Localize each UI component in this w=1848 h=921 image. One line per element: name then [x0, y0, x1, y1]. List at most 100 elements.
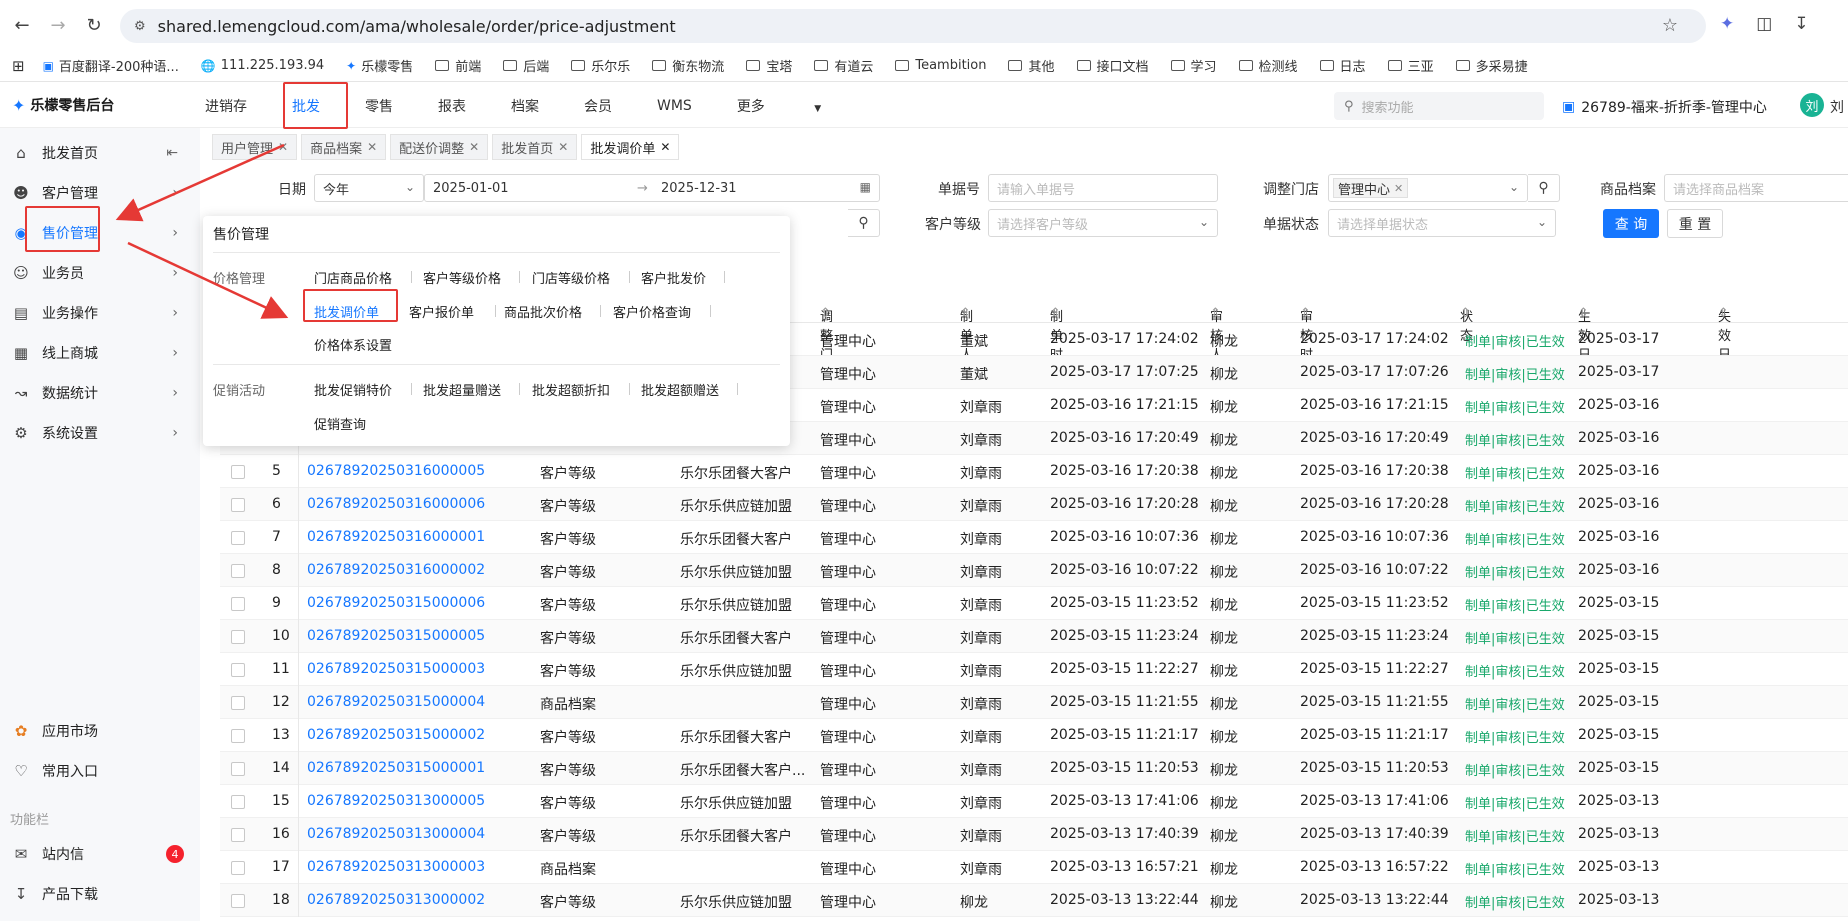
bookmark-folder[interactable]: 检测线	[1238, 56, 1298, 75]
order-id-link[interactable]: 02678920250313000004	[307, 826, 485, 842]
close-icon[interactable]: ✕	[278, 140, 288, 154]
order-no-input[interactable]: 请输入单据号	[988, 174, 1218, 202]
row-checkbox[interactable]	[231, 465, 245, 479]
nav-archive[interactable]: 档案	[511, 96, 539, 116]
avatar[interactable]: 刘	[1800, 93, 1824, 117]
table-row[interactable]: 14 02678920250315000001 客户等级 乐尔乐团餐大客户... 管理中…	[220, 752, 1848, 785]
row-checkbox[interactable]	[231, 894, 245, 908]
table-row[interactable]: 13 02678920250315000002 客户等级 乐尔乐团餐大客户 管理中心 刘章…	[220, 719, 1848, 752]
menu-overamount-discount[interactable]: 批发超额折扣	[532, 380, 610, 399]
store-search-button[interactable]: ⚲	[1528, 174, 1560, 202]
menu-store-product-price[interactable]: 门店商品价格	[314, 268, 392, 287]
status-select[interactable]: 请选择单据状态 ⌄	[1328, 209, 1556, 237]
order-id-link[interactable]: 02678920250315000005	[307, 628, 485, 644]
reload-icon[interactable]: ↻	[80, 11, 108, 39]
table-row[interactable]: 17 02678920250313000003 商品档案 管理中心 刘章雨 2025-03…	[220, 851, 1848, 884]
menu-batch-price[interactable]: 商品批次价格	[504, 302, 582, 321]
address-bar[interactable]: ⚙ shared.lemengcloud.com/ama/wholesale/o…	[120, 9, 1706, 43]
store-selector[interactable]: ▣ 26789-福来-折折季-管理中心	[1562, 97, 1767, 117]
table-row[interactable]: 9 02678920250315000006 客户等级 乐尔乐供应链加盟 管理中心 刘章雨…	[220, 587, 1848, 620]
back-icon[interactable]: ←	[8, 11, 36, 39]
bookmark-item[interactable]: 🌐 111.225.193.94	[201, 58, 324, 73]
tab-price-adjustment[interactable]: 批发调价单 ✕	[581, 134, 680, 160]
table-row[interactable]: 12 02678920250315000004 商品档案 管理中心 刘章雨 2025-03…	[220, 686, 1848, 719]
sidebar-item-statistics[interactable]: ↝ 数据统计 ›	[12, 378, 192, 408]
row-checkbox[interactable]	[231, 597, 245, 611]
sidebar-item-online-mall[interactable]: ▦ 线上商城 ›	[12, 338, 192, 368]
order-id-link[interactable]: 02678920250315000006	[307, 595, 485, 611]
bookmark-folder[interactable]: 后端	[503, 56, 549, 75]
bookmark-folder[interactable]: 衡东物流	[652, 56, 724, 75]
tab-delivery-price[interactable]: 配送价调整 ✕	[390, 134, 489, 160]
close-icon[interactable]: ✕	[469, 140, 479, 154]
row-checkbox[interactable]	[231, 663, 245, 677]
menu-price-system-settings[interactable]: 价格体系设置	[314, 335, 392, 354]
collapse-icon[interactable]: ⇤	[166, 145, 178, 161]
tab-product-archive[interactable]: 商品档案 ✕	[301, 134, 387, 160]
bookmark-folder[interactable]: 三亚	[1387, 56, 1434, 75]
app-logo[interactable]: ✦ 乐檬零售后台	[12, 95, 114, 115]
row-checkbox[interactable]	[231, 762, 245, 776]
menu-store-level-price[interactable]: 门店等级价格	[532, 268, 610, 287]
menu-promo-query[interactable]: 促销查询	[314, 414, 366, 433]
site-info-icon[interactable]: ⚙	[134, 19, 146, 34]
table-row[interactable]: 6 02678920250316000006 客户等级 乐尔乐供应链加盟 管理中心 刘章雨…	[220, 488, 1848, 521]
nav-jinxiaocun[interactable]: 进销存	[205, 96, 247, 116]
function-search[interactable]: ⚲ 搜索功能	[1334, 92, 1544, 120]
bookmark-folder[interactable]: Teambition	[895, 58, 986, 73]
close-icon[interactable]: ✕	[1394, 182, 1403, 195]
sidebar-item-wholesale-home[interactable]: ⌂ 批发首页 ⇤	[12, 138, 192, 168]
row-checkbox[interactable]	[231, 696, 245, 710]
order-id-link[interactable]: 02678920250315000004	[307, 694, 485, 710]
sidebar-item-settings[interactable]: ⚙ 系统设置 ›	[12, 418, 192, 448]
bookmark-folder[interactable]: 多采易捷	[1455, 56, 1528, 75]
nav-more[interactable]: 更多 ▼	[737, 96, 866, 116]
table-row[interactable]: 10 02678920250315000005 客户等级 乐尔乐团餐大客户 管理中心 刘章…	[220, 620, 1848, 653]
bookmark-item[interactable]: ▣ 百度翻译-200种语...	[43, 56, 179, 76]
menu-overquantity-gift[interactable]: 批发超量赠送	[423, 380, 501, 399]
order-id-link[interactable]: 02678920250313000005	[307, 793, 485, 809]
nav-wms[interactable]: WMS	[657, 98, 692, 114]
menu-customer-wholesale-price[interactable]: 客户批发价	[641, 268, 706, 287]
order-id-link[interactable]: 02678920250313000002	[307, 892, 485, 908]
user-name[interactable]: 刘	[1830, 97, 1844, 117]
menu-wholesale-promo-price[interactable]: 批发促销特价	[314, 380, 392, 399]
tab-wholesale-home[interactable]: 批发首页 ✕	[492, 134, 578, 160]
sidebar-item-salesman[interactable]: ☺ 业务员 ›	[12, 258, 192, 288]
query-button[interactable]: 查 询	[1603, 209, 1659, 238]
row-checkbox[interactable]	[231, 630, 245, 644]
table-row[interactable]: 15 02678920250313000005 客户等级 乐尔乐供应链加盟 管理中心 刘章…	[220, 785, 1848, 818]
order-id-link[interactable]: 02678920250316000001	[307, 529, 485, 545]
sidebar-item-messages[interactable]: ✉ 站内信 4	[12, 839, 192, 869]
row2-search-button[interactable]: ⚲	[848, 209, 880, 237]
apps-grid-icon[interactable]: ⊞	[12, 57, 25, 75]
table-row[interactable]: 5 02678920250316000005 客户等级 乐尔乐团餐大客户 管理中心 刘章雨…	[220, 455, 1848, 488]
bookmark-folder[interactable]: 日志	[1319, 56, 1366, 75]
close-icon[interactable]: ✕	[660, 140, 670, 154]
order-id-link[interactable]: 02678920250315000002	[307, 727, 485, 743]
order-id-link[interactable]: 02678920250313000003	[307, 859, 485, 875]
download-icon[interactable]: ↧	[1794, 14, 1808, 34]
bookmark-star-icon[interactable]: ☆	[1662, 15, 1678, 36]
bookmark-folder[interactable]: 其他	[1008, 56, 1055, 75]
store-select[interactable]: 管理中心 ✕ ⌄	[1328, 174, 1528, 202]
sidebar-item-operations[interactable]: ▤ 业务操作 ›	[12, 298, 192, 328]
bookmark-folder[interactable]: 有道云	[814, 56, 873, 75]
product-select[interactable]: 请选择商品档案	[1664, 174, 1848, 202]
menu-overamount-gift[interactable]: 批发超额赠送	[641, 380, 719, 399]
row-checkbox[interactable]	[231, 531, 245, 545]
row-checkbox[interactable]	[231, 729, 245, 743]
bookmark-folder[interactable]: 前端	[435, 56, 481, 75]
table-row[interactable]: 16 02678920250313000004 客户等级 乐尔乐团餐大客户 管理中心 刘章…	[220, 818, 1848, 851]
row-checkbox[interactable]	[231, 861, 245, 875]
nav-retail[interactable]: 零售	[365, 96, 393, 116]
nav-member[interactable]: 会员	[584, 96, 612, 116]
sidebar-item-customer[interactable]: ☻ 客户管理 ›	[12, 178, 192, 208]
extension-icon[interactable]: ✦	[1720, 14, 1734, 34]
table-row[interactable]: 7 02678920250316000001 客户等级 乐尔乐团餐大客户 管理中心 刘章雨…	[220, 521, 1848, 554]
sidebar-item-download[interactable]: ↧ 产品下载	[12, 879, 192, 909]
bookmark-folder[interactable]: 接口文档	[1076, 56, 1149, 75]
reset-button[interactable]: 重 置	[1667, 209, 1723, 238]
order-id-link[interactable]: 02678920250316000006	[307, 496, 485, 512]
customer-level-select[interactable]: 请选择客户等级 ⌄	[988, 209, 1218, 237]
